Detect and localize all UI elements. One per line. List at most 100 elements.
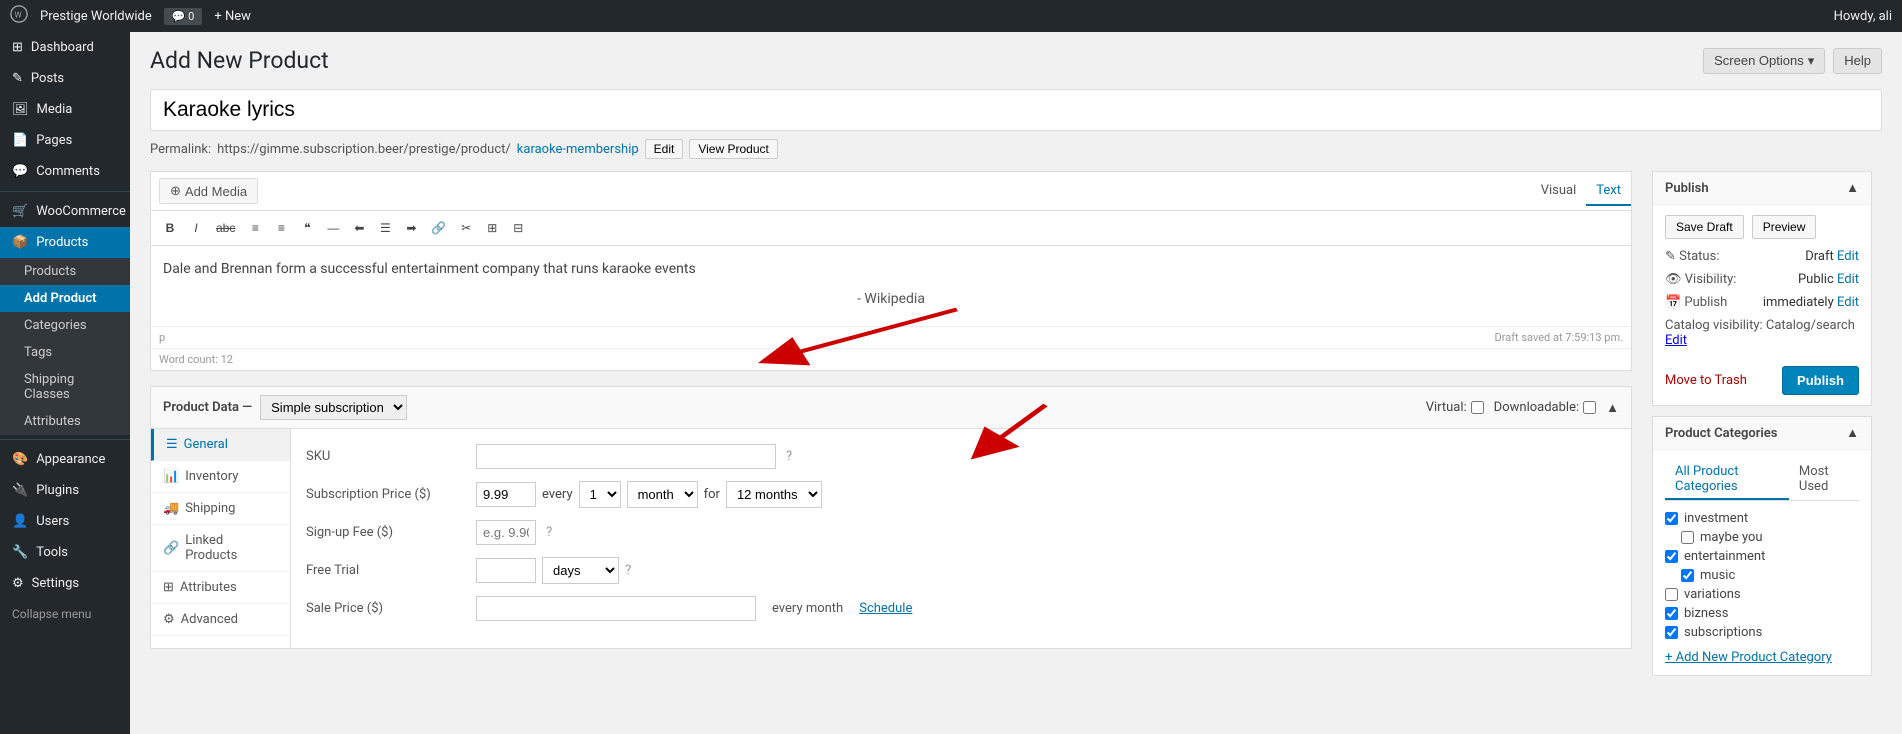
site-name[interactable]: Prestige Worldwide (40, 9, 152, 24)
italic-btn[interactable]: I (185, 217, 207, 239)
checkbox-maybe-you[interactable] (1681, 531, 1694, 544)
publish-btn[interactable]: Publish (1782, 366, 1859, 395)
tab-text[interactable]: Text (1586, 177, 1631, 206)
nav-item-shipping[interactable]: 🚚 Shipping (151, 493, 290, 525)
sidebar-item-media[interactable]: 🖼 Media (0, 94, 130, 125)
tab-all-categories[interactable]: All Product Categories (1665, 460, 1789, 500)
visibility-edit-link[interactable]: Edit (1837, 272, 1859, 287)
nav-item-general[interactable]: ☰ General (151, 429, 290, 461)
period-number-select[interactable]: 123 (579, 481, 621, 508)
checkbox-variations[interactable] (1665, 588, 1678, 601)
unordered-list-btn[interactable]: ≡ (244, 217, 266, 239)
free-trial-input[interactable] (476, 558, 536, 583)
sale-price-input[interactable] (476, 596, 756, 621)
help-btn[interactable]: Help (1833, 48, 1882, 74)
sidebar-item-pages[interactable]: 📄 Pages (0, 125, 130, 156)
downloadable-checkbox[interactable] (1583, 401, 1596, 414)
sidebar-item-tools[interactable]: 🔧 Tools (0, 537, 130, 568)
unlink-btn[interactable]: ✂ (455, 217, 477, 239)
status-edit-link[interactable]: Edit (1837, 249, 1859, 264)
product-title-input[interactable] (150, 89, 1882, 131)
field-row-sku: SKU ? (306, 444, 1616, 469)
permalink-bar: Permalink: https://gimme.subscription.be… (150, 139, 1882, 159)
schedule-link[interactable]: Schedule (859, 601, 912, 616)
publish-box-header[interactable]: Publish ▲ (1653, 172, 1871, 205)
align-center-btn[interactable]: ☰ (374, 217, 396, 239)
product-data-content-general: SKU ? Subscription Price ($) (291, 429, 1631, 648)
strikethrough-btn[interactable]: abc (211, 217, 240, 239)
blockquote-btn[interactable]: ❝ (296, 217, 318, 239)
product-type-select[interactable]: Simple subscription (260, 395, 407, 420)
sidebar-item-appearance[interactable]: 🎨 Appearance (0, 444, 130, 475)
period-unit-select[interactable]: month year week day (627, 481, 698, 508)
table-btn[interactable]: ⊞ (481, 217, 503, 239)
submenu-item-tags[interactable]: Tags (0, 339, 130, 366)
nav-item-linked-products[interactable]: 🔗 Linked Products (151, 525, 290, 572)
nav-item-advanced[interactable]: ⚙ Advanced (151, 604, 290, 636)
sidebar: ⊞ Dashboard ✎ Posts 🖼 Media 📄 Pages 💬 Co… (0, 32, 130, 734)
align-right-btn[interactable]: ➡ (400, 217, 422, 239)
add-media-btn[interactable]: ⊕ Add Media (159, 178, 258, 204)
subscription-price-input[interactable] (476, 482, 536, 507)
collapse-menu-btn[interactable]: Collapse menu (0, 599, 130, 629)
sidebar-item-comments[interactable]: 💬 Comments (0, 156, 130, 187)
checkbox-investment[interactable] (1665, 512, 1678, 525)
submenu-label-products: Products (24, 264, 76, 279)
sku-input[interactable] (476, 444, 776, 469)
preview-btn[interactable]: Preview (1752, 215, 1817, 239)
submenu-item-shipping-classes[interactable]: Shipping Classes (0, 366, 130, 408)
wp-logo-icon: W (10, 5, 28, 27)
eye-icon: 👁 (1665, 272, 1682, 287)
bold-btn[interactable]: B (159, 217, 181, 239)
sidebar-label-woocommerce: WooCommerce (36, 204, 126, 219)
sidebar-item-woocommerce[interactable]: 🛒 WooCommerce (0, 196, 130, 227)
checkbox-music[interactable] (1681, 569, 1694, 582)
nav-item-inventory[interactable]: 📊 Inventory (151, 461, 290, 493)
editor-content[interactable]: Dale and Brennan form a successful enter… (151, 246, 1631, 326)
submenu-item-products[interactable]: Products (0, 258, 130, 285)
sku-help-icon: ? (786, 449, 792, 464)
checkbox-entertainment[interactable] (1665, 550, 1678, 563)
more-btn[interactable]: ⊟ (507, 217, 529, 239)
save-draft-btn[interactable]: Save Draft (1665, 215, 1744, 239)
tab-visual[interactable]: Visual (1531, 177, 1587, 206)
screen-options-btn[interactable]: Screen Options ▾ (1703, 48, 1825, 74)
collapse-product-data-icon[interactable]: ▲ (1606, 400, 1619, 416)
comment-bubble[interactable]: 💬 0 (164, 8, 203, 25)
signup-fee-input[interactable] (476, 520, 536, 545)
free-trial-period-select[interactable]: days weeks months (542, 557, 619, 584)
permalink-edit-btn[interactable]: Edit (645, 139, 684, 159)
checkbox-subscriptions[interactable] (1665, 626, 1678, 639)
sidebar-item-plugins[interactable]: 🔌 Plugins (0, 475, 130, 506)
hr-btn[interactable]: — (322, 217, 344, 239)
view-product-btn[interactable]: View Product (689, 139, 777, 159)
category-maybe-you: maybe you (1665, 528, 1859, 547)
product-categories-header[interactable]: Product Categories ▲ (1653, 417, 1871, 450)
ordered-list-btn[interactable]: ≡ (270, 217, 292, 239)
tab-most-used[interactable]: Most Used (1789, 460, 1859, 500)
sidebar-label-dashboard: Dashboard (31, 40, 94, 55)
sidebar-item-users[interactable]: 👤 Users (0, 506, 130, 537)
right-sidebar: Publish ▲ Save Draft Preview (1642, 171, 1882, 696)
sidebar-item-settings[interactable]: ⚙ Settings (0, 568, 130, 599)
sku-label: SKU (306, 449, 466, 464)
align-left-btn[interactable]: ⬅ (348, 217, 370, 239)
publish-edit-link[interactable]: Edit (1837, 295, 1859, 310)
sidebar-item-dashboard[interactable]: ⊞ Dashboard (0, 32, 130, 63)
sidebar-item-products[interactable]: 📦 Products (0, 227, 130, 258)
sidebar-item-posts[interactable]: ✎ Posts (0, 63, 130, 94)
nav-item-attributes[interactable]: ⊞ Attributes (151, 572, 290, 604)
catalog-edit-link[interactable]: Edit (1665, 333, 1687, 348)
new-content-btn[interactable]: + New (214, 9, 251, 24)
duration-select[interactable]: 12 months 1 month indefinitely (726, 481, 822, 508)
link-btn[interactable]: 🔗 (426, 217, 451, 239)
move-to-trash-btn[interactable]: Move to Trash (1665, 373, 1747, 388)
submenu-item-add-product[interactable]: Add Product (0, 285, 130, 312)
permalink-slug[interactable]: karaoke-membership (517, 142, 639, 157)
submenu-item-categories[interactable]: Categories (0, 312, 130, 339)
add-new-category-link[interactable]: + Add New Product Category (1665, 650, 1859, 665)
appearance-icon: 🎨 (12, 452, 28, 467)
checkbox-bizness[interactable] (1665, 607, 1678, 620)
submenu-item-attributes[interactable]: Attributes (0, 408, 130, 435)
virtual-checkbox[interactable] (1471, 401, 1484, 414)
